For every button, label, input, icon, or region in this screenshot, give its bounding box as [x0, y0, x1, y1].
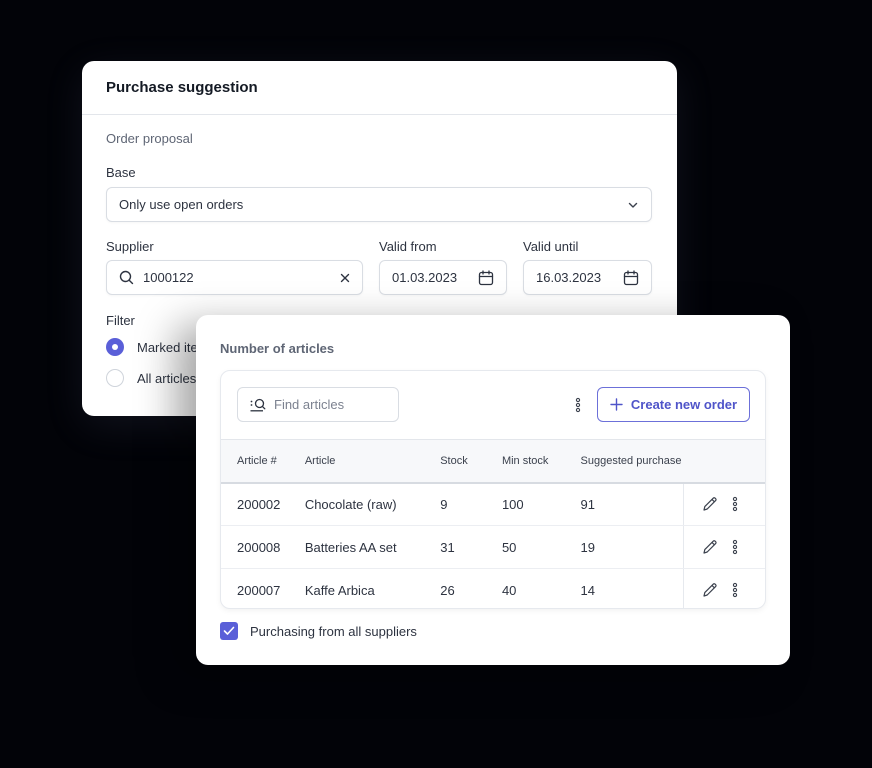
filter-label: Filter: [106, 313, 135, 328]
cell-suggested-purchase: 19: [580, 525, 684, 569]
cell-article-number: 200007: [237, 582, 281, 598]
find-articles-input[interactable]: Find articles: [237, 387, 399, 422]
valid-until-label: Valid until: [523, 239, 579, 254]
all-suppliers-checkbox-row[interactable]: Purchasing from all suppliers: [220, 622, 417, 640]
create-new-order-label: Create new order: [630, 397, 738, 412]
kebab-icon[interactable]: [732, 496, 738, 512]
radio-marked-items-label: Marked ite: [137, 340, 198, 355]
cell-suggested-purchase: 14: [580, 582, 596, 598]
cell-actions: [682, 525, 765, 569]
cell-stock: 31: [440, 525, 502, 569]
valid-until-input[interactable]: 16.03.2023: [523, 260, 652, 295]
pencil-icon[interactable]: [702, 539, 718, 555]
cell-article: Batteries AA set: [304, 525, 441, 569]
cell-article: Chocolate (raw): [304, 482, 441, 526]
panel-title: Purchase suggestion: [106, 79, 258, 96]
cell-min-stock: 40: [501, 582, 517, 598]
chevron-down-icon: [627, 199, 639, 211]
table-header-row: Article # Article Stock Min stock Sugges…: [221, 439, 765, 484]
section-title: Order proposal: [106, 131, 193, 146]
search-icon: [119, 270, 134, 285]
articles-table: Article # Article Stock Min stock Sugges…: [221, 439, 765, 608]
table-row[interactable]: 200008 Batteries AA set 31 50 19: [221, 525, 765, 569]
base-select-value: Only use open orders: [119, 197, 244, 212]
cell-article: Kaffe Arbica: [304, 582, 375, 598]
articles-card: Find articles Create new order Article #…: [220, 370, 766, 609]
column-header-suggested-purchase[interactable]: Suggested purchase: [580, 439, 684, 484]
more-options-icon[interactable]: [573, 396, 583, 414]
valid-until-value: 16.03.2023: [536, 270, 602, 285]
kebab-icon[interactable]: [732, 582, 738, 598]
articles-panel-title: Number of articles: [220, 341, 335, 356]
cell-min-stock: 100: [501, 482, 581, 526]
radio-all-articles-label: All articles: [137, 371, 197, 386]
valid-from-label: Valid from: [379, 239, 437, 254]
create-new-order-button[interactable]: Create new order: [597, 387, 750, 422]
column-header-min-stock[interactable]: Min stock: [501, 439, 581, 484]
valid-from-input[interactable]: 01.03.2023: [379, 260, 507, 295]
column-header-actions: [683, 439, 765, 484]
articles-toolbar: Find articles Create new order: [221, 371, 765, 439]
radio-all-articles[interactable]: [106, 369, 124, 387]
close-icon[interactable]: [340, 273, 350, 283]
table-row[interactable]: 200002 Chocolate (raw) 9 100 91: [221, 482, 765, 526]
cell-actions: [682, 568, 765, 608]
column-header-article-number[interactable]: Article #: [221, 439, 305, 484]
calendar-icon[interactable]: [478, 269, 494, 286]
column-header-article[interactable]: Article: [304, 439, 441, 484]
base-label: Base: [106, 165, 136, 180]
checkmark-icon: [223, 626, 235, 635]
cell-actions: [682, 482, 765, 526]
calendar-icon[interactable]: [623, 269, 639, 286]
valid-from-value: 01.03.2023: [392, 270, 458, 285]
panel-header: Purchase suggestion: [82, 61, 677, 115]
all-suppliers-checkbox[interactable]: [220, 622, 238, 640]
column-header-stock[interactable]: Stock: [440, 439, 502, 484]
all-suppliers-label: Purchasing from all suppliers: [250, 623, 417, 639]
find-articles-placeholder: Find articles: [274, 397, 345, 412]
cell-stock: 9: [440, 482, 502, 526]
articles-panel: Number of articles Find articles Create …: [196, 315, 790, 665]
cell-article-number: 200008: [221, 525, 305, 569]
cell-min-stock: 50: [501, 525, 581, 569]
supplier-label: Supplier: [106, 239, 154, 254]
cell-article-number: 200002: [221, 482, 305, 526]
supplier-value: 1000122: [143, 270, 194, 285]
filter-search-icon: [250, 398, 266, 412]
pencil-icon[interactable]: [702, 582, 718, 598]
table-row[interactable]: 200007 Kaffe Arbica 26 40 14: [221, 568, 765, 608]
plus-icon: [610, 398, 623, 411]
cell-suggested-purchase: 91: [580, 482, 684, 526]
supplier-input[interactable]: 1000122: [106, 260, 363, 295]
base-select[interactable]: Only use open orders: [106, 187, 652, 222]
pencil-icon[interactable]: [702, 496, 718, 512]
radio-marked-items[interactable]: [106, 338, 124, 356]
kebab-icon[interactable]: [732, 539, 738, 555]
cell-stock: 26: [440, 582, 455, 598]
